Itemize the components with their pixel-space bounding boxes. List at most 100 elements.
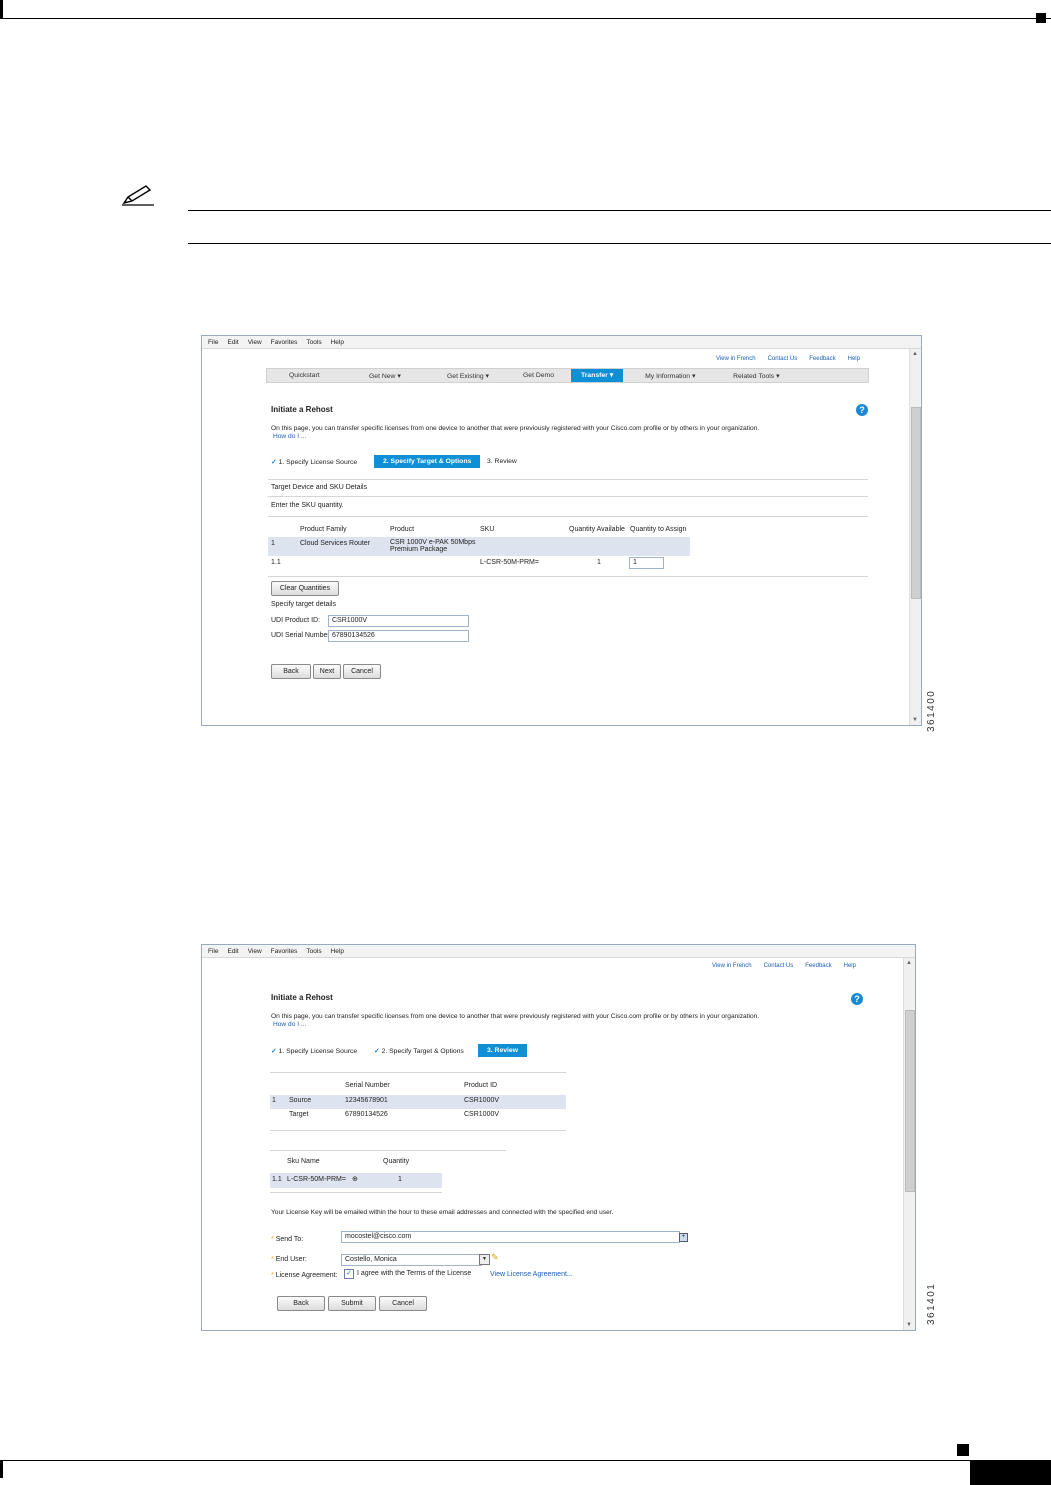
how-do-i-link[interactable]: How do I ... bbox=[273, 433, 306, 440]
quantity-to-assign-input[interactable]: 1 bbox=[629, 557, 664, 569]
license-agreement-row: * License Agreement: bbox=[271, 1272, 338, 1279]
link-help[interactable]: Help bbox=[848, 356, 860, 362]
intro-text: On this page, you can transfer specific … bbox=[271, 425, 760, 432]
vertical-scrollbar[interactable]: ▲ ▼ bbox=[909, 349, 921, 725]
col-quantity-to-assign: Quantity to Assign bbox=[630, 526, 687, 533]
step-3[interactable]: 3. Review bbox=[487, 458, 517, 465]
sku-num: 1.1 bbox=[272, 1176, 282, 1183]
nav-transfer[interactable]: Transfer ▾ bbox=[571, 369, 624, 382]
help-icon[interactable]: ? bbox=[856, 404, 868, 416]
clear-quantities-button[interactable]: Clear Quantities bbox=[271, 581, 339, 596]
intro-text: On this page, you can transfer specific … bbox=[271, 1013, 760, 1020]
link-view-in-french[interactable]: View in French bbox=[716, 356, 756, 362]
link-contact-us[interactable]: Contact Us bbox=[764, 963, 794, 969]
nav-related-tools[interactable]: Related Tools ▾ bbox=[733, 372, 779, 380]
enter-sku-text: Enter the SKU quantity. bbox=[271, 502, 344, 509]
nav-my-information[interactable]: My Information ▾ bbox=[645, 372, 733, 380]
help-icon[interactable]: ? bbox=[851, 993, 863, 1005]
menu-edit[interactable]: Edit bbox=[227, 948, 238, 955]
menu-edit[interactable]: Edit bbox=[227, 339, 238, 346]
source-role: Source bbox=[289, 1097, 312, 1104]
menu-view[interactable]: View bbox=[248, 948, 262, 955]
menu-file[interactable]: File bbox=[208, 339, 218, 346]
back-button[interactable]: Back bbox=[277, 1296, 325, 1311]
menu-tools[interactable]: Tools bbox=[306, 948, 321, 955]
divider bbox=[268, 496, 868, 497]
cancel-button[interactable]: Cancel bbox=[379, 1296, 427, 1311]
divider bbox=[268, 479, 868, 480]
udi-product-id-input[interactable]: CSR1000V bbox=[328, 615, 469, 627]
footer-rule bbox=[0, 1460, 1051, 1461]
target-serial: 67890134526 bbox=[345, 1111, 388, 1118]
source-pid: CSR1000V bbox=[464, 1097, 500, 1104]
page-number-tab bbox=[970, 1461, 1051, 1485]
vertical-scrollbar[interactable]: ▲ ▼ bbox=[903, 958, 915, 1330]
end-user-select[interactable]: Costello, Monica bbox=[341, 1254, 482, 1266]
note-pencil-icon bbox=[122, 185, 154, 206]
step-2[interactable]: ✓ 2. Specify Target & Options bbox=[374, 1047, 464, 1055]
browser-menubar: File Edit View Favorites Tools Help bbox=[202, 945, 915, 958]
add-email-icon[interactable]: + bbox=[679, 1233, 688, 1242]
col-quantity-available: Quantity Available bbox=[569, 526, 625, 533]
section-heading: Target Device and SKU Details bbox=[271, 484, 368, 491]
udi-serial-number-input[interactable]: 67890134526 bbox=[328, 630, 469, 642]
end-user-label: End User: bbox=[275, 1256, 307, 1263]
cancel-button[interactable]: Cancel bbox=[343, 664, 381, 679]
end-user-row: * End User: bbox=[271, 1256, 307, 1263]
row2-available: 1 bbox=[597, 559, 601, 566]
col-product-id: Product ID bbox=[464, 1082, 498, 1089]
how-do-i-link[interactable]: How do I ... bbox=[273, 1021, 306, 1028]
sku-quantity: 1 bbox=[398, 1176, 402, 1183]
menu-favorites[interactable]: Favorites bbox=[271, 339, 298, 346]
target-role: Target bbox=[289, 1111, 309, 1118]
link-view-in-french[interactable]: View in French bbox=[712, 963, 752, 969]
menu-help[interactable]: Help bbox=[331, 339, 344, 346]
scroll-thumb[interactable] bbox=[905, 1010, 915, 1192]
submit-button[interactable]: Submit bbox=[328, 1296, 376, 1311]
scroll-up-icon[interactable]: ▲ bbox=[906, 960, 912, 966]
send-to-label: Send To: bbox=[275, 1236, 304, 1243]
menu-favorites[interactable]: Favorites bbox=[271, 948, 298, 955]
scroll-up-icon[interactable]: ▲ bbox=[912, 351, 918, 357]
step-3-active[interactable]: 3. Review bbox=[478, 1044, 527, 1057]
link-feedback[interactable]: Feedback bbox=[805, 963, 831, 969]
chevron-down-icon[interactable]: ▼ bbox=[479, 1254, 490, 1265]
send-to-input[interactable]: mocostel@cisco.com bbox=[341, 1231, 680, 1243]
step-2-active[interactable]: 2. Specify Target & Options bbox=[374, 455, 481, 468]
step-1[interactable]: ✓ 1. Specify License Source bbox=[271, 1047, 357, 1055]
agree-checkbox[interactable]: ✓ bbox=[344, 1269, 354, 1279]
link-help[interactable]: Help bbox=[844, 963, 856, 969]
required-icon: * bbox=[271, 1272, 274, 1279]
sku-info-icon[interactable]: ⊕ bbox=[352, 1175, 358, 1183]
row1-family: Cloud Services Router bbox=[300, 540, 371, 547]
required-icon: * bbox=[271, 1256, 274, 1263]
scroll-down-icon[interactable]: ▼ bbox=[912, 717, 918, 723]
divider bbox=[268, 516, 868, 517]
udi-serial-number-label: UDI Serial Number: bbox=[271, 632, 332, 639]
edit-pencil-icon[interactable]: ✎ bbox=[491, 1252, 499, 1263]
col-sku-name: Sku Name bbox=[287, 1158, 320, 1165]
menu-view[interactable]: View bbox=[248, 339, 262, 346]
udi-product-id-label: UDI Product ID: bbox=[271, 617, 321, 624]
scroll-thumb[interactable] bbox=[911, 407, 921, 599]
nav-quickstart[interactable]: Quickstart bbox=[289, 372, 369, 379]
link-contact-us[interactable]: Contact Us bbox=[768, 356, 798, 362]
nav-get-new[interactable]: Get New ▾ bbox=[369, 372, 447, 380]
target-details-label: Specify target details bbox=[271, 601, 336, 608]
step-1[interactable]: ✓ 1. Specify License Source bbox=[271, 458, 357, 466]
menu-tools[interactable]: Tools bbox=[306, 339, 321, 346]
back-button[interactable]: Back bbox=[271, 664, 311, 679]
menu-file[interactable]: File bbox=[208, 948, 218, 955]
col-serial-number: Serial Number bbox=[345, 1082, 390, 1089]
menu-help[interactable]: Help bbox=[331, 948, 344, 955]
figure-id-1: 361400 bbox=[926, 689, 937, 732]
next-button[interactable]: Next bbox=[313, 664, 341, 679]
note-bottom-rule bbox=[188, 243, 1051, 244]
view-license-agreement-link[interactable]: View License Agreement... bbox=[490, 1271, 573, 1278]
send-to-row: * Send To: bbox=[271, 1236, 303, 1243]
nav-get-existing[interactable]: Get Existing ▾ bbox=[447, 372, 523, 380]
table-row bbox=[270, 1095, 566, 1109]
scroll-down-icon[interactable]: ▼ bbox=[906, 1322, 912, 1328]
link-feedback[interactable]: Feedback bbox=[809, 356, 835, 362]
nav-get-demo[interactable]: Get Demo bbox=[523, 372, 571, 379]
